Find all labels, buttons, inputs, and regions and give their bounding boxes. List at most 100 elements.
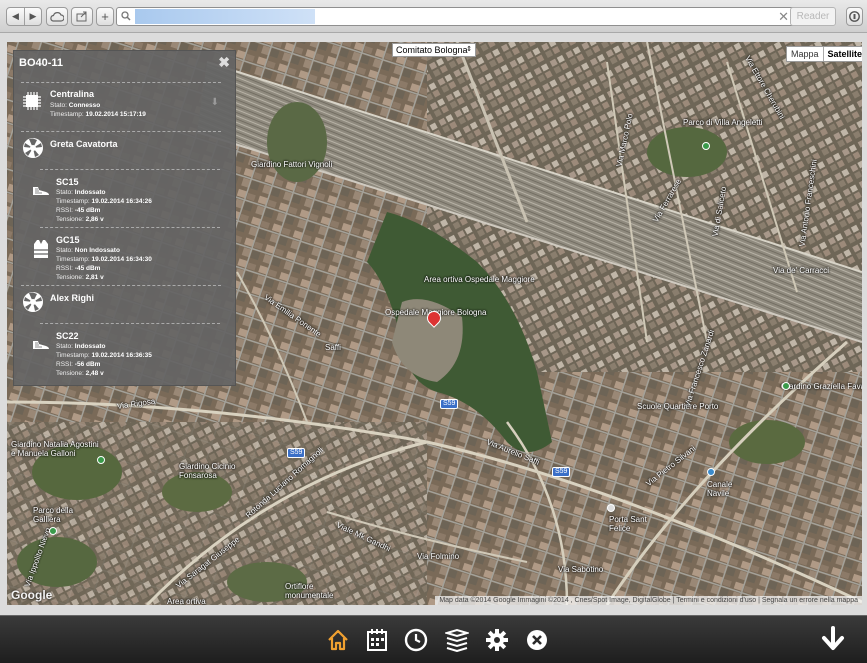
google-logo: Google — [11, 588, 53, 602]
park-pin-icon[interactable] — [782, 382, 790, 390]
sensor-status: Stato: Indossato — [56, 343, 106, 350]
sensor-timestamp: Timestamp: 19.02.2014 16:34:30 — [56, 256, 152, 263]
aperture-icon — [23, 292, 43, 312]
clock-icon — [404, 628, 428, 652]
panel-title: BO40-11 — [19, 57, 64, 69]
device-info-panel: BO40-11 ✖ Centralina Stato: Connesso Tim… — [13, 50, 236, 386]
person-name: Greta Cavatorta — [50, 139, 118, 149]
map-type-satellite[interactable]: Satellite — [822, 47, 862, 61]
sensor-name: SC15 — [56, 177, 79, 187]
sensor-timestamp: Timestamp: 19.02.2014 16:36:35 — [56, 352, 152, 359]
entry-name: Centralina — [50, 89, 95, 99]
chip-icon — [23, 92, 41, 110]
close-app-button[interactable] — [524, 626, 550, 654]
map-label: Via Folmino — [417, 552, 460, 561]
map-label: Saffi — [325, 343, 341, 352]
map-type-control: Mappa Satellite — [786, 46, 862, 62]
sensor-status: Stato: Non Indossato — [56, 247, 120, 254]
sensor-voltage: Tensione: 2,48 v — [56, 370, 104, 377]
map-label: Giardino Fattori Vignoli — [251, 160, 333, 169]
map-label: Ortiflore monumentale — [285, 582, 334, 600]
divider — [40, 227, 220, 228]
cloud-icon — [50, 11, 64, 22]
road-shield: S59 — [287, 448, 306, 458]
layers-button[interactable] — [444, 626, 470, 654]
divider — [40, 169, 220, 170]
map-label: Parco della Galliera — [33, 506, 74, 524]
entry-timestamp: Timestamp: 19.02.2014 15:17:19 — [50, 111, 146, 118]
map-label: Giardino Natalia Agostini e Manuela Gall… — [11, 440, 99, 458]
search-icon — [121, 11, 131, 21]
sensor-rssi: RSSI: -45 dBm — [56, 265, 101, 272]
close-circle-icon — [527, 630, 547, 650]
sensor-status: Stato: Indossato — [56, 189, 106, 196]
map-type-mappa[interactable]: Mappa — [787, 47, 823, 61]
divider — [21, 285, 221, 286]
reader-button[interactable]: Reader — [790, 7, 836, 26]
road-shield: S59 — [440, 399, 459, 409]
bottom-toolbar — [0, 615, 867, 663]
divider — [21, 82, 221, 83]
sensor-name: SC22 — [56, 331, 79, 341]
map-label: Giardino Cicinio Fonsarosa — [179, 462, 236, 480]
map-label: Via Sabotino — [558, 565, 604, 574]
back-forward-buttons: ◀ ▶ — [6, 7, 42, 26]
sensor-name: GC15 — [56, 235, 80, 245]
shoe-icon — [33, 341, 49, 349]
download-button[interactable] — [820, 626, 846, 654]
divider — [40, 323, 220, 324]
home-icon — [328, 629, 348, 651]
map-label: Canale Navile — [707, 480, 733, 498]
download-arrow-icon — [822, 626, 844, 650]
park-pin-icon[interactable] — [97, 456, 105, 464]
download-icon — [849, 11, 860, 22]
url-field[interactable]: ✕ — [116, 7, 798, 26]
sensor-timestamp: Timestamp: 19.02.2014 16:34:26 — [56, 198, 152, 205]
sensor-rssi: RSSI: -45 dBm — [56, 207, 101, 214]
back-arrow-icon[interactable]: ◀ — [7, 8, 24, 25]
icloud-button[interactable] — [46, 7, 68, 26]
map-credits[interactable]: Map data ©2014 Google Immagini ©2014 , C… — [435, 596, 862, 605]
map-label: Scuole Quartiere Porto — [637, 402, 719, 411]
share-button[interactable] — [71, 7, 93, 26]
park-pin-icon[interactable] — [49, 527, 57, 535]
calendar-button[interactable] — [364, 626, 390, 654]
chevron-updown-icon: ⇕ — [466, 46, 472, 53]
region-select-value: Comitato Bologna — [396, 45, 468, 55]
gear-icon — [486, 629, 508, 651]
vest-icon — [34, 240, 48, 258]
calendar-icon — [367, 629, 387, 651]
region-dropdown[interactable]: Comitato Bologna ⇕ — [392, 43, 476, 57]
settings-button[interactable] — [484, 626, 510, 654]
map-label: Porta Sant Felice — [609, 515, 647, 533]
map-label: Parco di Villa Angeletti — [683, 118, 763, 127]
arrow-down-icon[interactable]: ⬇ — [211, 97, 219, 108]
forward-arrow-icon[interactable]: ▶ — [24, 8, 41, 25]
close-icon[interactable]: ✖ — [218, 54, 230, 71]
browser-toolbar: ◀ ▶ + ✕ Reader — [0, 0, 867, 33]
shoe-icon — [33, 187, 49, 195]
road-shield: S59 — [552, 467, 571, 477]
new-tab-button[interactable]: + — [96, 7, 114, 26]
sensor-voltage: Tensione: 2,86 v — [56, 216, 104, 223]
layers-icon — [445, 628, 469, 652]
home-button[interactable] — [325, 626, 351, 654]
map-label: Giardino Graziella Fava — [781, 382, 862, 391]
divider — [21, 131, 221, 132]
clear-url-icon[interactable]: ✕ — [778, 9, 789, 24]
downloads-button[interactable] — [846, 7, 863, 26]
share-icon — [76, 11, 87, 22]
aperture-icon — [23, 138, 43, 158]
map-label: Area ortiva — [167, 597, 206, 605]
entry-status: Stato: Connesso — [50, 102, 101, 109]
map-label: Via de' Carracci — [773, 266, 830, 275]
water-pin-icon[interactable] — [707, 468, 715, 476]
map-label: Area ortiva Ospedale Maggiore — [424, 275, 535, 284]
park-pin-icon[interactable] — [702, 142, 710, 150]
history-button[interactable] — [403, 626, 429, 654]
sensor-voltage: Tensione: 2,81 v — [56, 274, 104, 281]
sensor-rssi: RSSI: -56 dBm — [56, 361, 101, 368]
place-pin-icon[interactable] — [607, 504, 615, 512]
url-selection — [135, 9, 315, 24]
person-name: Alex Righi — [50, 293, 95, 303]
